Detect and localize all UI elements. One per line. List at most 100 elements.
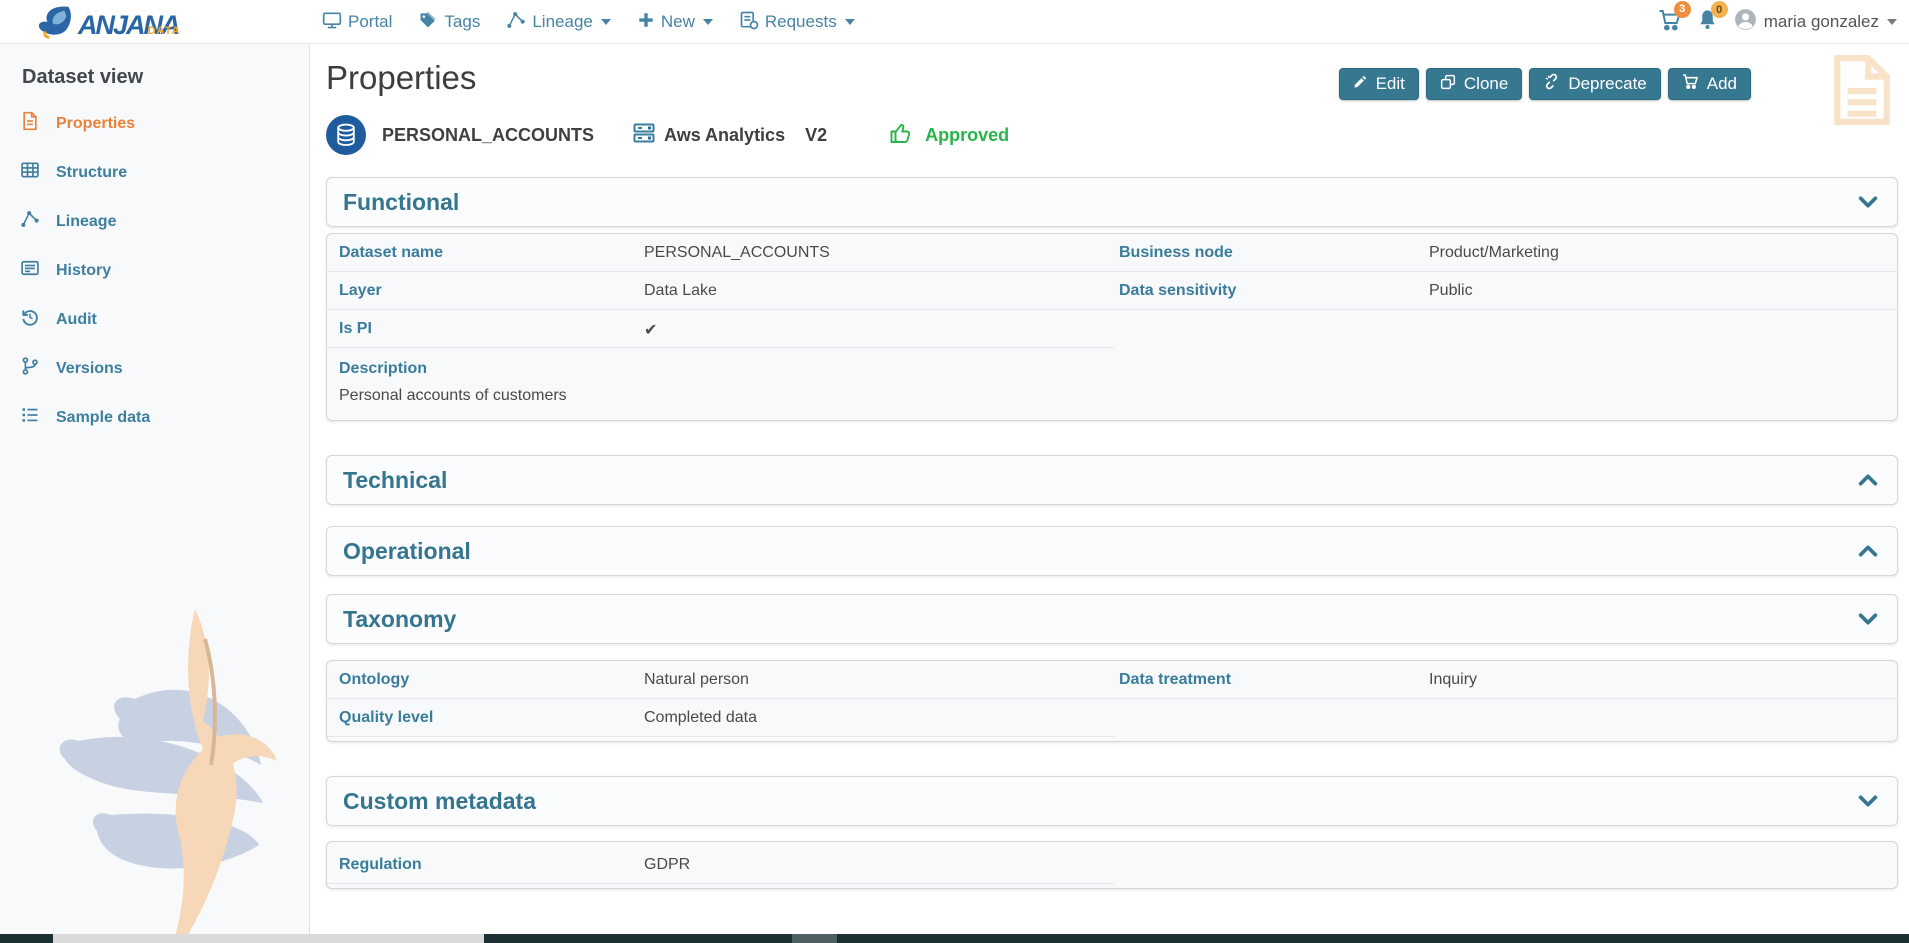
tags-icon: [418, 10, 438, 35]
sidebar-item-structure[interactable]: Structure: [0, 148, 309, 197]
sidebar-item-label: Audit: [56, 311, 97, 329]
field-label: Data sensitivity: [1119, 282, 1429, 300]
chevron-down-icon: [845, 19, 855, 25]
sidebar-item-label: Properties: [56, 115, 135, 133]
field-row: Ontology Natural person Data treatment I…: [327, 661, 1897, 699]
section-header-custom-metadata[interactable]: Custom metadata: [326, 776, 1898, 826]
file-icon: [20, 111, 40, 136]
dataset-name: PERSONAL_ACCOUNTS: [382, 125, 594, 146]
sidebar: Dataset view Properties Structure: [0, 44, 310, 934]
anjana-logo[interactable]: ANJANA DATA: [36, 4, 179, 45]
sidebar-item-lineage[interactable]: Lineage: [0, 197, 309, 246]
chevron-down-icon[interactable]: [1857, 191, 1879, 213]
section-title: Technical: [343, 467, 447, 494]
field-row: Regulation GDPR: [327, 846, 1897, 884]
audit-icon: [20, 307, 40, 332]
field-label: Ontology: [339, 671, 644, 689]
chevron-down-icon[interactable]: [1857, 790, 1879, 812]
plus-icon: [637, 11, 655, 34]
lineage-icon: [506, 10, 526, 35]
field-row: Quality level Completed data: [327, 699, 1897, 737]
section-header-technical[interactable]: Technical: [326, 455, 1898, 505]
status-label: Approved: [925, 125, 1009, 146]
requests-icon: [739, 10, 759, 35]
sidebar-item-history[interactable]: History: [0, 246, 309, 295]
field-row: Dataset name PERSONAL_ACCOUNTS Business …: [327, 234, 1897, 272]
section-title: Operational: [343, 538, 471, 565]
section-title: Custom metadata: [343, 788, 536, 815]
clone-button[interactable]: Clone: [1426, 68, 1522, 100]
main-menu: Portal Tags: [322, 0, 855, 44]
sample-data-icon: [20, 405, 40, 430]
section-body-custom-metadata: Regulation GDPR: [326, 841, 1898, 889]
section-body-functional: Dataset name PERSONAL_ACCOUNTS Business …: [326, 233, 1898, 421]
menu-item-lineage[interactable]: Lineage: [506, 10, 611, 35]
table-icon: [20, 160, 40, 185]
edit-button[interactable]: Edit: [1339, 68, 1419, 100]
logo-title: ANJANA DATA: [78, 8, 179, 42]
deprecate-button[interactable]: Deprecate: [1529, 68, 1660, 100]
field-label: Quality level: [339, 709, 644, 727]
chevron-down-icon: [703, 19, 713, 25]
dataset-summary-row: PERSONAL_ACCOUNTS Aws Analytics V2: [326, 114, 1909, 156]
sidebar-item-properties[interactable]: Properties: [0, 99, 309, 148]
sidebar-item-label: Versions: [56, 360, 123, 378]
cart-badge: 3: [1674, 1, 1691, 18]
notifications-badge: 0: [1711, 1, 1728, 18]
section-title: Taxonomy: [343, 606, 456, 633]
menu-item-new[interactable]: New: [637, 11, 713, 34]
fairy-watermark: [45, 599, 295, 934]
horizontal-scrollbar[interactable]: [0, 934, 1909, 943]
chevron-down-icon[interactable]: [1857, 608, 1879, 630]
field-value: GDPR: [644, 856, 1119, 874]
field-value: Personal accounts of customers: [339, 387, 1885, 405]
sidebar-item-audit[interactable]: Audit: [0, 295, 309, 344]
menu-item-tags[interactable]: Tags: [418, 10, 480, 35]
dataset-version: V2: [805, 125, 827, 146]
field-row: Layer Data Lake Data sensitivity Public: [327, 272, 1897, 310]
scrollbar-thumb[interactable]: [53, 934, 484, 943]
field-label: Regulation: [339, 856, 644, 874]
sidebar-title: Dataset view: [0, 44, 309, 99]
top-navbar: ANJANA DATA Portal: [0, 0, 1909, 44]
button-label: Clone: [1464, 74, 1508, 94]
sidebar-item-label: Sample data: [56, 409, 150, 427]
sidebar-item-versions[interactable]: Versions: [0, 344, 309, 393]
field-value: Product/Marketing: [1429, 244, 1885, 262]
sidebar-item-sample-data[interactable]: Sample data: [0, 393, 309, 442]
cart-icon: [1682, 73, 1699, 95]
section-title: Functional: [343, 189, 459, 216]
lineage-icon: [20, 209, 40, 234]
field-value: PERSONAL_ACCOUNTS: [644, 244, 1119, 262]
app-root: ANJANA DATA Portal: [0, 0, 1909, 943]
button-label: Edit: [1376, 74, 1405, 94]
sidebar-item-label: Structure: [56, 164, 127, 182]
description-block: Description Personal accounts of custome…: [327, 348, 1897, 420]
notifications-button[interactable]: 0: [1696, 8, 1719, 36]
main-content: Properties Edit Clone: [310, 44, 1909, 934]
user-menu[interactable]: maria gonzalez: [1733, 7, 1897, 37]
data-source-name: Aws Analytics: [664, 125, 785, 146]
field-value: Inquiry: [1429, 671, 1885, 689]
section-header-taxonomy[interactable]: Taxonomy: [326, 594, 1898, 644]
menu-item-requests[interactable]: Requests: [739, 10, 855, 35]
chevron-down-icon: [1887, 19, 1897, 25]
chevron-down-icon: [601, 19, 611, 25]
cart-button[interactable]: 3: [1658, 8, 1682, 37]
unlink-icon: [1543, 73, 1560, 95]
button-label: Add: [1707, 74, 1737, 94]
section-header-functional[interactable]: Functional: [326, 177, 1898, 227]
chevron-up-icon[interactable]: [1857, 540, 1879, 562]
menu-label: New: [661, 12, 695, 32]
check-icon: ✔: [644, 320, 1119, 339]
navbar-right: 3 0 maria g: [1658, 0, 1897, 44]
add-button[interactable]: Add: [1668, 68, 1751, 100]
menu-label: Lineage: [532, 12, 593, 32]
sidebar-item-label: Lineage: [56, 213, 116, 231]
menu-item-portal[interactable]: Portal: [322, 10, 392, 35]
chevron-up-icon[interactable]: [1857, 469, 1879, 491]
database-badge-icon: [326, 115, 366, 155]
field-label: Layer: [339, 282, 644, 300]
section-header-operational[interactable]: Operational: [326, 526, 1898, 576]
button-label: Deprecate: [1568, 74, 1646, 94]
